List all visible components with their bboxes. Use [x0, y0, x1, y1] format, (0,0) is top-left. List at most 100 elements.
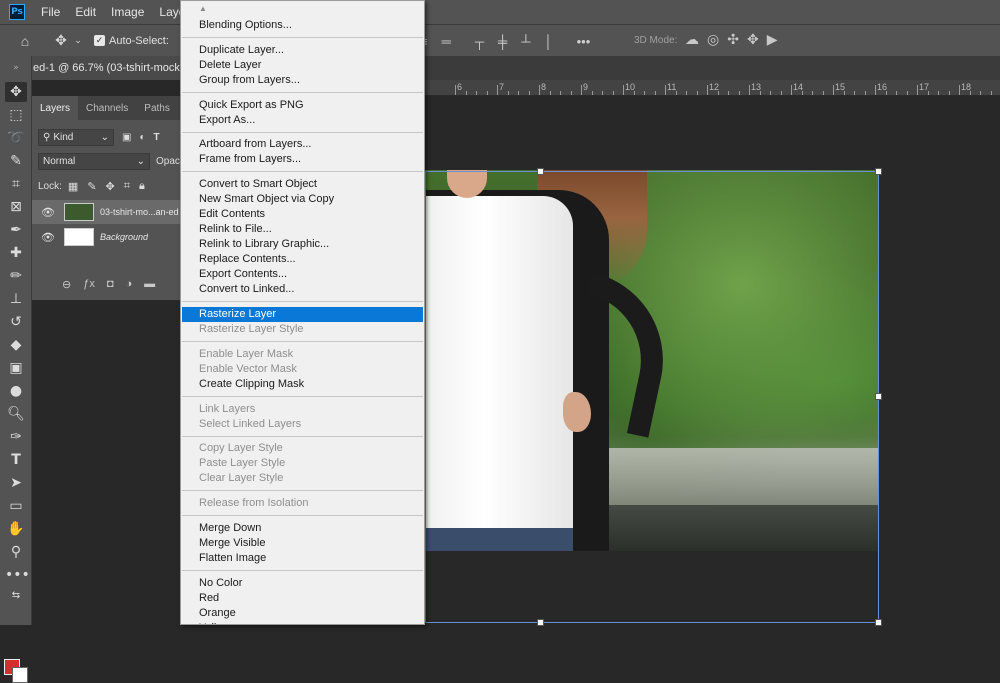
- transform-handle[interactable]: [875, 393, 882, 400]
- menu-image[interactable]: Image: [111, 5, 144, 19]
- background-color-swatch[interactable]: [12, 667, 28, 683]
- horizontal-ruler: 6789101112131415161718: [425, 80, 1000, 96]
- add-mask-icon[interactable]: ◘: [107, 278, 114, 291]
- visibility-eye-icon[interactable]: 👁︎: [38, 231, 58, 244]
- frame-tool-icon[interactable]: ⊠: [5, 197, 27, 217]
- tab-layers[interactable]: Layers: [32, 96, 78, 120]
- home-icon[interactable]: ⌂: [14, 33, 36, 49]
- toolbar-collapse-icon[interactable]: »: [5, 58, 27, 78]
- menu-item[interactable]: Yellow: [182, 621, 423, 625]
- adjustment-filter-icon[interactable]: ◐: [139, 132, 145, 143]
- layer-row[interactable]: 👁︎ Background: [32, 225, 180, 249]
- menu-item[interactable]: Flatten Image: [182, 551, 423, 566]
- new-adjustment-icon[interactable]: ◑: [126, 278, 133, 291]
- scroll-up-arrow-icon[interactable]: ▲: [199, 4, 207, 13]
- menu-item[interactable]: Group from Layers...: [182, 73, 423, 88]
- fx-icon[interactable]: ƒx: [83, 278, 95, 291]
- transform-handle[interactable]: [537, 168, 544, 175]
- lock-position-icon[interactable]: ✥: [106, 180, 115, 193]
- pen-tool-icon[interactable]: ✑: [5, 427, 27, 447]
- distribute-top-icon[interactable]: ┬: [475, 34, 484, 49]
- menu-item[interactable]: Orange: [182, 606, 423, 621]
- type-tool-icon[interactable]: T: [5, 450, 27, 470]
- kind-filter-select[interactable]: ⚲ Kind ⌄: [38, 129, 114, 146]
- lock-all-icon[interactable]: 🔒︎: [139, 180, 145, 193]
- menu-item[interactable]: Duplicate Layer...: [182, 43, 423, 58]
- crop-tool-icon[interactable]: ⌗: [5, 174, 27, 194]
- menu-item[interactable]: Convert to Smart Object: [182, 177, 423, 192]
- menu-item[interactable]: Frame from Layers...: [182, 152, 423, 167]
- dodge-tool-icon[interactable]: 🔍︎: [5, 404, 27, 424]
- lock-transparent-icon[interactable]: ▦: [68, 180, 78, 193]
- menu-file[interactable]: File: [41, 5, 60, 19]
- slide-3d-icon[interactable]: ✥: [747, 31, 759, 48]
- more-options-icon[interactable]: •••: [577, 34, 591, 49]
- rectangle-tool-icon[interactable]: ▭: [5, 496, 27, 516]
- chevron-down-icon[interactable]: ⌄: [72, 35, 84, 46]
- visibility-eye-icon[interactable]: 👁︎: [38, 206, 58, 219]
- move-tool-icon[interactable]: ✥: [50, 32, 72, 49]
- blur-tool-icon[interactable]: ●: [5, 381, 27, 401]
- menu-item[interactable]: No Color: [182, 576, 423, 591]
- menu-item[interactable]: Red: [182, 591, 423, 606]
- menu-item[interactable]: Relink to File...: [182, 222, 423, 237]
- menu-item[interactable]: Replace Contents...: [182, 252, 423, 267]
- menu-item[interactable]: Export As...: [182, 113, 423, 128]
- more-tools-icon[interactable]: •••: [5, 565, 27, 585]
- type-filter-icon[interactable]: T: [154, 132, 160, 143]
- swap-colors-icon[interactable]: ⇆: [5, 586, 27, 606]
- menu-item[interactable]: Artboard from Layers...: [182, 137, 423, 152]
- menu-edit[interactable]: Edit: [75, 5, 96, 19]
- auto-select-checkbox[interactable]: ✓: [94, 35, 105, 46]
- lock-pixels-icon[interactable]: ✎: [87, 180, 96, 193]
- menu-item[interactable]: Create Clipping Mask: [182, 377, 423, 392]
- transform-bounding-box[interactable]: [425, 171, 879, 623]
- path-selection-icon[interactable]: ➤: [5, 473, 27, 493]
- menu-item[interactable]: New Smart Object via Copy: [182, 192, 423, 207]
- menu-item[interactable]: Blending Options...: [182, 18, 423, 33]
- distribute-icon[interactable]: │: [544, 34, 552, 49]
- align-icon[interactable]: ═: [442, 34, 451, 49]
- magic-wand-tool-icon[interactable]: ✎: [5, 151, 27, 171]
- distribute-middle-icon[interactable]: ╪: [498, 34, 507, 49]
- tab-channels[interactable]: Channels: [78, 96, 136, 120]
- menu-item[interactable]: Quick Export as PNG: [182, 98, 423, 113]
- distribute-bottom-icon[interactable]: ┴: [521, 34, 530, 49]
- tab-paths[interactable]: Paths: [136, 96, 178, 120]
- link-layers-icon[interactable]: ⊖: [62, 278, 71, 291]
- menu-item[interactable]: Delete Layer: [182, 58, 423, 73]
- lock-artboard-icon[interactable]: ⌗: [124, 180, 130, 193]
- ruler-tick: [865, 91, 866, 95]
- marquee-tool-icon[interactable]: ⬚: [5, 105, 27, 125]
- new-group-icon[interactable]: ▬: [144, 278, 155, 291]
- orbit-3d-icon[interactable]: ☁: [685, 31, 699, 48]
- eyedropper-tool-icon[interactable]: ✒: [5, 220, 27, 240]
- roll-3d-icon[interactable]: ◎: [707, 31, 719, 48]
- clone-stamp-icon[interactable]: ⊥: [5, 289, 27, 309]
- hand-tool-icon[interactable]: ✋: [5, 519, 27, 539]
- eraser-tool-icon[interactable]: ◆: [5, 335, 27, 355]
- image-filter-icon[interactable]: ▣: [122, 132, 131, 143]
- menu-item[interactable]: Merge Down: [182, 521, 423, 536]
- ruler-tick: [886, 91, 887, 95]
- healing-brush-icon[interactable]: ✚: [5, 243, 27, 263]
- ruler-label: 8: [541, 82, 546, 92]
- blend-mode-select[interactable]: Normal ⌄: [38, 153, 150, 170]
- move-tool-icon[interactable]: ✥: [5, 82, 27, 102]
- menu-item[interactable]: Convert to Linked...: [182, 282, 423, 297]
- transform-handle[interactable]: [875, 168, 882, 175]
- document-tab[interactable]: ed-1 @ 66.7% (03-tshirt-mockup: [30, 56, 180, 80]
- zoom-tool-icon[interactable]: ⚲: [5, 542, 27, 562]
- gradient-tool-icon[interactable]: ▣: [5, 358, 27, 378]
- history-brush-icon[interactable]: ↺: [5, 312, 27, 332]
- lasso-tool-icon[interactable]: ➰: [5, 128, 27, 148]
- menu-item[interactable]: Export Contents...: [182, 267, 423, 282]
- brush-tool-icon[interactable]: ✏: [5, 266, 27, 286]
- layer-row[interactable]: 👁︎ 03-tshirt-mo...an-ed: [32, 200, 180, 224]
- pan-3d-icon[interactable]: ✣: [727, 31, 739, 48]
- scale-3d-icon[interactable]: ▶: [767, 31, 778, 48]
- menu-item[interactable]: Merge Visible: [182, 536, 423, 551]
- menu-item[interactable]: Edit Contents: [182, 207, 423, 222]
- menu-item[interactable]: Relink to Library Graphic...: [182, 237, 423, 252]
- menu-item[interactable]: Rasterize Layer: [182, 307, 423, 322]
